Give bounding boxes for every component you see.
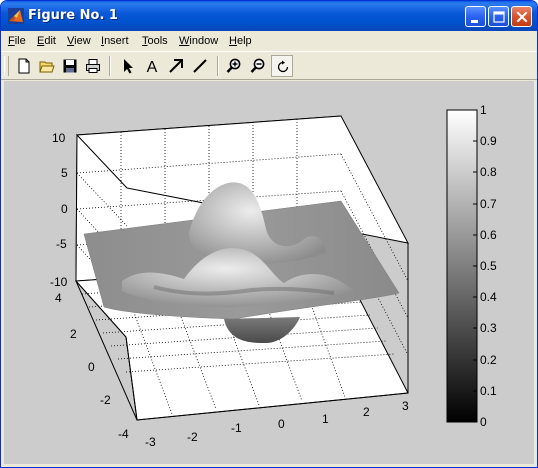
y-tick-label: 2: [70, 327, 77, 341]
y-tick-label: 4: [55, 291, 62, 305]
figure-canvas[interactable]: 10 5 0 -5 -10 4 2 0 -2 -4 -3 -2 -1 0 1 2…: [4, 81, 534, 464]
plot-area[interactable]: 10 5 0 -5 -10 4 2 0 -2 -4 -3 -2 -1 0 1 2…: [4, 81, 534, 464]
save-disk-icon: [63, 59, 77, 73]
rotate-icon: [277, 60, 289, 73]
menu-bar: File Edit View Insert Tools Window Help: [1, 31, 537, 51]
open-folder-icon: [39, 61, 55, 73]
colorbar-tick-label: 0.9: [480, 134, 497, 148]
maximize-icon: [493, 11, 505, 23]
menu-file[interactable]: File: [8, 34, 26, 48]
arrow-pointer-icon: [124, 59, 133, 74]
toolbar-grip[interactable]: [4, 56, 9, 76]
zoom-in-button[interactable]: [223, 55, 245, 77]
new-file-icon: [18, 58, 30, 74]
zoom-out-icon: [250, 58, 265, 73]
x-tick-label: -1: [231, 421, 242, 435]
toolbar-separator: [217, 56, 219, 76]
close-button[interactable]: [511, 6, 532, 27]
line-icon: [193, 59, 207, 73]
printer-icon: [86, 59, 100, 73]
close-icon: [516, 11, 528, 23]
z-tick-label: 0: [61, 202, 68, 216]
menu-view[interactable]: View: [67, 34, 91, 48]
menu-edit[interactable]: Edit: [37, 34, 56, 48]
figure-window: Figure No. 1 File Edit View Insert Tools…: [0, 0, 538, 468]
menu-tools[interactable]: Tools: [142, 34, 168, 48]
zoom-in-icon: [226, 58, 241, 73]
z-tick-label: 5: [61, 166, 68, 180]
colorbar-tick-label: 0.8: [480, 165, 497, 179]
z-tick-label: -10: [50, 275, 68, 289]
minimize-icon: [471, 20, 478, 23]
colorbar-tick-label: 0.4: [480, 290, 497, 304]
y-tick-label: -4: [118, 427, 129, 441]
text-a-icon: A: [147, 59, 158, 74]
zoom-out-button[interactable]: [247, 55, 269, 77]
colorbar-tick-label: 0.6: [480, 228, 497, 242]
insert-arrow-button[interactable]: [165, 55, 187, 77]
matlab-logo-icon: [8, 8, 24, 24]
z-axis-ticks: 10 5 0 -5 -10: [50, 131, 68, 289]
x-tick-label: 1: [322, 412, 329, 426]
open-file-button[interactable]: [36, 55, 58, 77]
window-title: Figure No. 1: [28, 8, 118, 23]
menu-window[interactable]: Window: [179, 34, 218, 48]
x-tick-label: 0: [278, 417, 285, 431]
x-tick-label: 3: [402, 399, 409, 413]
new-figure-button[interactable]: [13, 55, 35, 77]
x-tick-label: -2: [187, 430, 198, 444]
figure-toolbar: A: [1, 51, 537, 80]
menu-help[interactable]: Help: [229, 34, 252, 48]
colorbar[interactable]: 1 0.9 0.8 0.7 0.6 0.5 0.4 0.3 0.2 0.1 0: [446, 103, 497, 429]
menu-insert[interactable]: Insert: [101, 34, 129, 48]
insert-text-button[interactable]: A: [141, 55, 163, 77]
svg-text:A: A: [147, 59, 158, 74]
colorbar-tick-label: 0.7: [480, 197, 497, 211]
title-bar[interactable]: Figure No. 1: [1, 1, 537, 31]
toolbar-separator: [109, 56, 111, 76]
insert-line-button[interactable]: [189, 55, 211, 77]
colorbar-tick-label: 0.1: [480, 384, 497, 398]
colorbar-gradient: [446, 109, 478, 423]
edit-plot-button[interactable]: [117, 55, 139, 77]
minimize-button[interactable]: [465, 6, 486, 27]
maximize-button[interactable]: [488, 6, 509, 27]
rotate-3d-button[interactable]: [271, 55, 293, 77]
colorbar-tick-label: 1: [480, 103, 487, 117]
colorbar-tick-label: 0: [480, 415, 487, 429]
x-tick-label: 2: [363, 405, 370, 419]
x-tick-label: -3: [145, 435, 156, 449]
y-tick-label: -2: [100, 393, 111, 407]
z-tick-label: 10: [52, 131, 66, 145]
colorbar-tick-label: 0.5: [480, 259, 497, 273]
colorbar-tick-label: 0.2: [480, 353, 497, 367]
colorbar-tick-label: 0.3: [480, 321, 497, 335]
y-tick-label: 0: [88, 360, 95, 374]
print-button[interactable]: [82, 55, 104, 77]
z-tick-label: -5: [56, 237, 67, 251]
save-button[interactable]: [59, 55, 81, 77]
arrow-icon: [169, 59, 183, 73]
